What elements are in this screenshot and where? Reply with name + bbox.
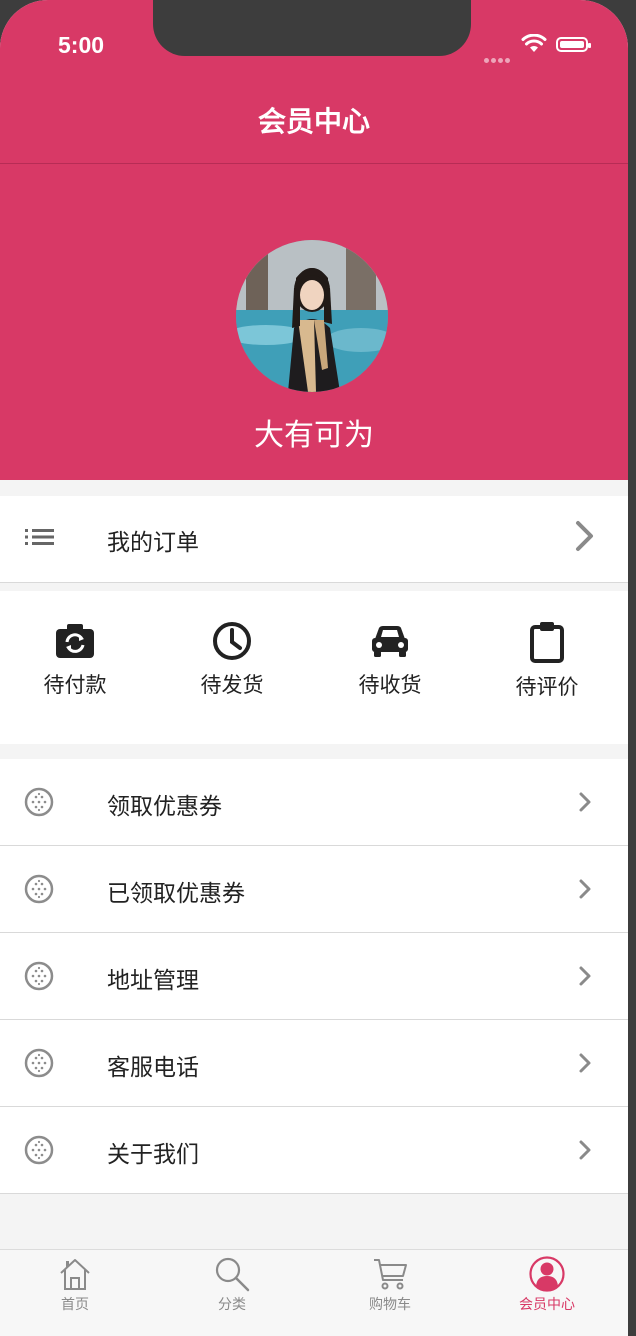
signal-icon [484,48,514,63]
member-header: 5:00 会员中心 大有可为 [0,0,628,480]
bottom-tab-bar: 首页 分类 购物车 会员中心 [0,1249,628,1336]
list-icon [25,529,54,545]
cart-icon [374,1259,407,1290]
menu-item-address-management[interactable]: 地址管理 [0,933,628,1020]
menu-item-label: 已领取优惠券 [107,881,245,907]
wifi-icon [521,34,547,52]
status-label: 待收货 [358,673,422,697]
car-icon [372,626,408,657]
status-label: 待付款 [43,673,107,697]
chevron-right-icon [579,1053,591,1073]
tab-member-center[interactable]: 会员中心 [487,1256,607,1314]
member-icon [529,1256,565,1292]
grid-dots-icon [24,961,54,991]
menu-item-label: 地址管理 [107,968,199,994]
my-orders-row[interactable]: 我的订单 [0,496,628,583]
chevron-right-icon [579,966,591,986]
menu-item-label: 领取优惠券 [107,794,222,820]
avatar[interactable] [236,240,388,392]
tab-label: 首页 [61,1297,89,1313]
home-icon [60,1259,90,1290]
menu-item-claimed-coupons[interactable]: 已领取优惠券 [0,846,628,933]
page-title: 会员中心 [257,105,370,138]
status-label: 待评价 [515,675,579,699]
menu-item-get-coupons[interactable]: 领取优惠券 [0,759,628,846]
status-pending-payment[interactable]: 待付款 [15,621,135,699]
search-icon [215,1257,250,1292]
status-pending-receipt[interactable]: 待收货 [330,621,450,699]
chevron-right-icon [579,879,591,899]
my-orders-label: 我的订单 [107,530,199,556]
menu-item-customer-service[interactable]: 客服电话 [0,1020,628,1107]
tab-label: 购物车 [369,1297,411,1313]
tab-category[interactable]: 分类 [172,1256,292,1314]
status-label: 待发货 [200,673,264,697]
tab-cart[interactable]: 购物车 [330,1256,450,1314]
chevron-right-icon [579,792,591,812]
menu-item-label: 关于我们 [107,1142,199,1168]
chevron-right-icon [576,521,593,551]
nav-divider [0,163,628,164]
phone-screen: 5:00 会员中心 大有可为 我的订单 待付款 待发货 待收货 待评价 领取优惠… [0,0,628,1336]
tab-label: 会员中心 [519,1297,575,1313]
status-time: 5:00 [58,32,105,58]
grid-dots-icon [24,787,54,817]
device-notch [153,0,471,56]
username: 大有可为 [254,418,374,453]
clipboard-icon [530,622,564,663]
tab-label: 分类 [218,1297,246,1313]
status-pending-shipment[interactable]: 待发货 [172,621,292,699]
grid-dots-icon [24,1048,54,1078]
menu-item-about-us[interactable]: 关于我们 [0,1107,628,1194]
order-status-bar: 待付款 待发货 待收货 待评价 [0,591,628,744]
grid-dots-icon [24,874,54,904]
status-pending-review[interactable]: 待评价 [487,621,607,701]
battery-icon [556,37,591,52]
menu-item-label: 客服电话 [107,1055,199,1081]
chevron-right-icon [579,1140,591,1160]
clock-icon [213,622,251,660]
camera-icon [56,624,94,658]
grid-dots-icon [24,1135,54,1165]
tab-home[interactable]: 首页 [15,1256,135,1314]
